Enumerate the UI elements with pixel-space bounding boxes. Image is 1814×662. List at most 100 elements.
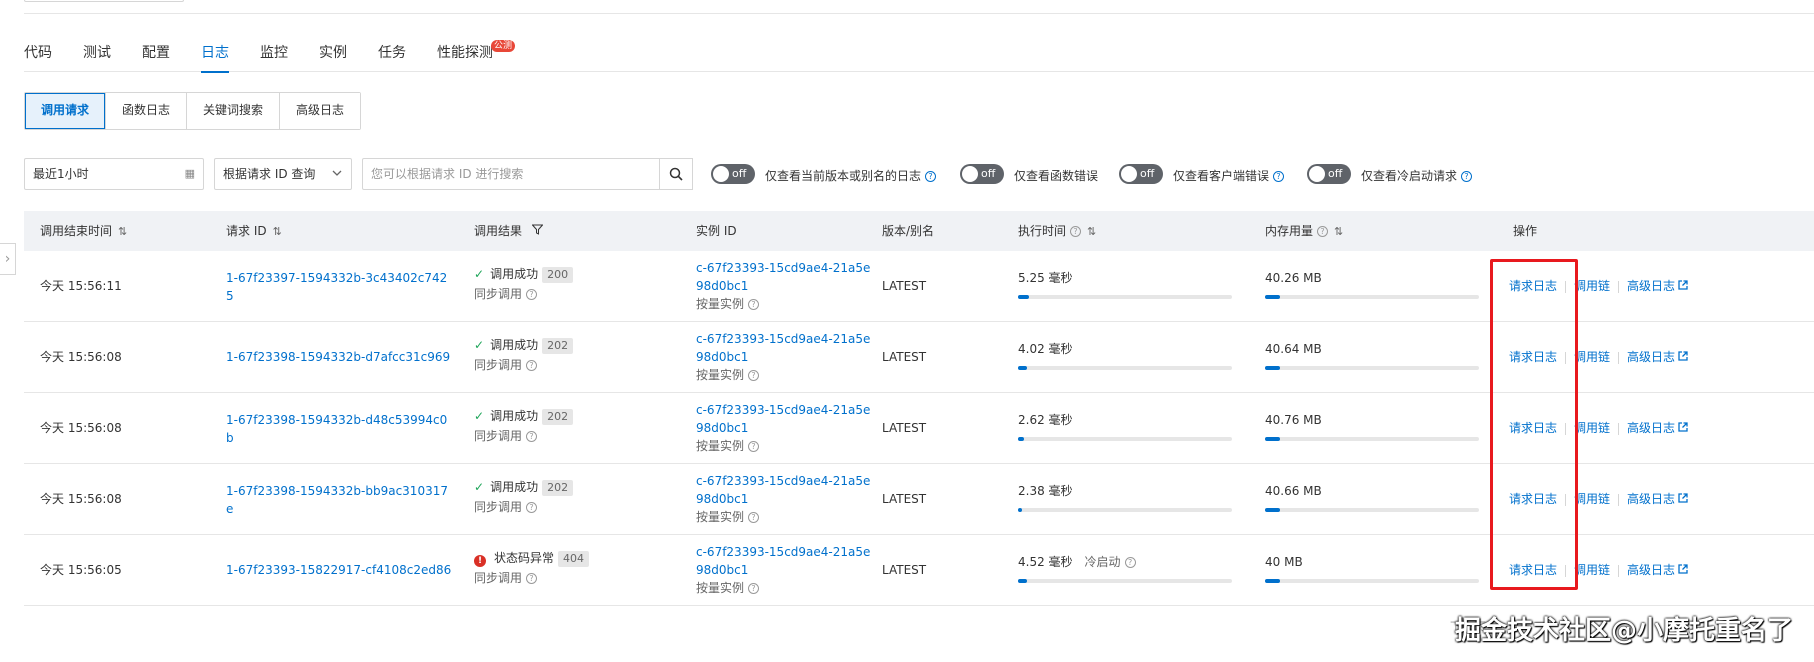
expand-sidebar-button[interactable]: › — [0, 243, 16, 275]
col-duration[interactable]: 执行时间? ⇅ — [1018, 211, 1096, 252]
top-select-stub[interactable] — [24, 0, 184, 2]
sort-icon[interactable]: ⇅ — [273, 225, 282, 238]
instance-id-link[interactable]: c-67f23393-15cd9ae4-21a5e 98d0bc1 — [696, 330, 870, 366]
col-label: 调用结束时间 — [40, 224, 113, 238]
advanced-log-link[interactable]: 高级日志 — [1627, 350, 1688, 364]
instance-cell: c-67f23393-15cd9ae4-21a5e 98d0bc1 按量实例? — [696, 330, 870, 384]
tab-monitor[interactable]: 监控 — [260, 28, 288, 72]
advanced-log-link[interactable]: 高级日志 — [1627, 279, 1688, 293]
instance-id-line-1: c-67f23393-15cd9ae4-21a5e — [696, 545, 871, 559]
check-icon: ✓ — [474, 409, 485, 423]
help-icon[interactable]: ? — [748, 370, 760, 381]
result-text: 调用成功 — [490, 338, 539, 352]
help-icon[interactable]: ? — [526, 502, 538, 513]
help-icon[interactable]: ? — [526, 431, 538, 442]
request-id-link[interactable]: 1-67f23398-1594332b-bb9ac310317 e — [226, 482, 448, 518]
search-button[interactable] — [660, 158, 693, 190]
request-id-link[interactable]: 1-67f23398-1594332b-d48c53994c0 b — [226, 411, 447, 447]
advanced-log-link[interactable]: 高级日志 — [1627, 421, 1688, 435]
end-time: 今天 15:56:08 — [40, 350, 122, 364]
col-result[interactable]: 调用结果 — [474, 211, 544, 252]
filter-icon[interactable] — [528, 224, 544, 238]
instance-id-link[interactable]: c-67f23393-15cd9ae4-21a5e 98d0bc1 — [696, 401, 870, 437]
subtab-advanced-logs[interactable]: 高级日志 — [280, 93, 361, 129]
external-link-icon — [1678, 422, 1688, 435]
status-code-badge: 202 — [542, 480, 574, 496]
help-icon[interactable]: ? — [748, 512, 760, 523]
instance-id-link[interactable]: c-67f23393-15cd9ae4-21a5e 98d0bc1 — [696, 259, 870, 295]
instance-id-link[interactable]: c-67f23393-15cd9ae4-21a5e 98d0bc1 — [696, 543, 870, 579]
search-input[interactable]: 您可以根据请求 ID 进行搜索 — [362, 158, 660, 190]
sort-icon[interactable]: ⇅ — [1334, 225, 1343, 238]
help-icon[interactable]: ? — [1461, 171, 1473, 182]
trace-link[interactable]: 调用链 — [1574, 350, 1610, 364]
invoke-mode: 同步调用 — [474, 571, 523, 585]
advanced-log-label: 高级日志 — [1627, 350, 1676, 364]
toggle-cold-start[interactable]: off — [1307, 164, 1351, 184]
subtab-keyword-search[interactable]: 关键词搜索 — [187, 93, 281, 129]
advanced-log-link[interactable]: 高级日志 — [1627, 563, 1688, 577]
subtab-function-logs[interactable]: 函数日志 — [106, 93, 188, 129]
trace-link[interactable]: 调用链 — [1574, 492, 1610, 506]
help-icon[interactable]: ? — [748, 441, 760, 452]
subtab-invocation-requests[interactable]: 调用请求 — [25, 93, 107, 129]
trace-link[interactable]: 调用链 — [1574, 563, 1610, 577]
advanced-log-link[interactable]: 高级日志 — [1627, 492, 1688, 506]
toggle-function-errors[interactable]: off — [960, 164, 1004, 184]
help-icon[interactable]: ? — [526, 289, 538, 300]
request-id-link[interactable]: 1-67f23393-15822917-cf4108c2ed86 — [226, 561, 451, 579]
query-type-select[interactable]: 根据请求 ID 查询 — [214, 158, 352, 190]
duration-cell: 4.02 毫秒 — [1018, 340, 1085, 358]
trace-link[interactable]: 调用链 — [1574, 279, 1610, 293]
sort-icon[interactable]: ⇅ — [1087, 225, 1096, 238]
instance-id-line-1: c-67f23393-15cd9ae4-21a5e — [696, 474, 871, 488]
end-time: 今天 15:56:08 — [40, 492, 122, 506]
trace-link[interactable]: 调用链 — [1574, 421, 1610, 435]
tab-code[interactable]: 代码 — [24, 28, 52, 72]
end-time: 今天 15:56:05 — [40, 563, 122, 577]
tab-performance-probe[interactable]: 性能探测 公测 — [437, 28, 515, 72]
toggle-label-text: 仅查看客户端错误 — [1173, 169, 1270, 183]
tab-config[interactable]: 配置 — [142, 28, 170, 72]
tab-performance-probe-label: 性能探测 — [437, 45, 493, 61]
watermark-text: 掘金技术社区@小摩托重名了 — [1455, 616, 1794, 646]
sort-icon[interactable]: ⇅ — [118, 225, 127, 238]
calendar-icon: ▦ — [184, 167, 195, 180]
result-text: 调用成功 — [490, 267, 539, 281]
advanced-log-label: 高级日志 — [1627, 492, 1676, 506]
help-icon[interactable]: ? — [526, 360, 538, 371]
query-type-value: 根据请求 ID 查询 — [223, 167, 316, 181]
help-icon[interactable]: ? — [1124, 557, 1136, 568]
col-end-time[interactable]: 调用结束时间 ⇅ — [40, 211, 127, 252]
duration-bar-fill — [1018, 295, 1029, 299]
top-divider — [24, 13, 1814, 14]
col-memory[interactable]: 内存用量? ⇅ — [1265, 211, 1343, 252]
help-icon[interactable]: ? — [925, 171, 937, 182]
help-icon[interactable]: ? — [526, 573, 538, 584]
status-code-badge: 404 — [558, 551, 590, 567]
instance-id-link[interactable]: c-67f23393-15cd9ae4-21a5e 98d0bc1 — [696, 472, 870, 508]
tab-instances[interactable]: 实例 — [319, 28, 347, 72]
toggle-current-version[interactable]: off — [711, 164, 755, 184]
instance-id-line-2: 98d0bc1 — [696, 492, 749, 506]
tab-test[interactable]: 测试 — [83, 28, 111, 72]
help-icon[interactable]: ? — [1273, 171, 1285, 182]
time-range-picker[interactable]: 最近1小时 ▦ — [24, 158, 204, 190]
toggle-label-text: 仅查看当前版本或别名的日志 — [765, 169, 922, 183]
memory-value: 40.26 MB — [1265, 271, 1322, 285]
request-id-line-1: 1-67f23393-15822917-cf4108c2ed86 — [226, 563, 452, 577]
tab-tasks[interactable]: 任务 — [378, 28, 406, 72]
help-icon[interactable]: ? — [748, 583, 760, 594]
help-icon[interactable]: ? — [1070, 226, 1082, 237]
log-sub-tabs: 调用请求 函数日志 关键词搜索 高级日志 — [24, 92, 362, 130]
request-id-link[interactable]: 1-67f23398-1594332b-d7afcc31c969 — [226, 348, 450, 366]
help-icon[interactable]: ? — [748, 299, 760, 310]
col-request-id[interactable]: 请求 ID ⇅ — [226, 211, 282, 252]
help-icon[interactable]: ? — [1317, 226, 1329, 237]
toggle-client-errors[interactable]: off — [1119, 164, 1163, 184]
duration-value: 2.62 毫秒 — [1018, 413, 1073, 427]
tab-logs[interactable]: 日志 — [201, 28, 229, 73]
toggle-state: off — [732, 167, 747, 180]
instance-id-line-2: 98d0bc1 — [696, 279, 749, 293]
request-id-link[interactable]: 1-67f23397-1594332b-3c43402c742 5 — [226, 269, 447, 305]
